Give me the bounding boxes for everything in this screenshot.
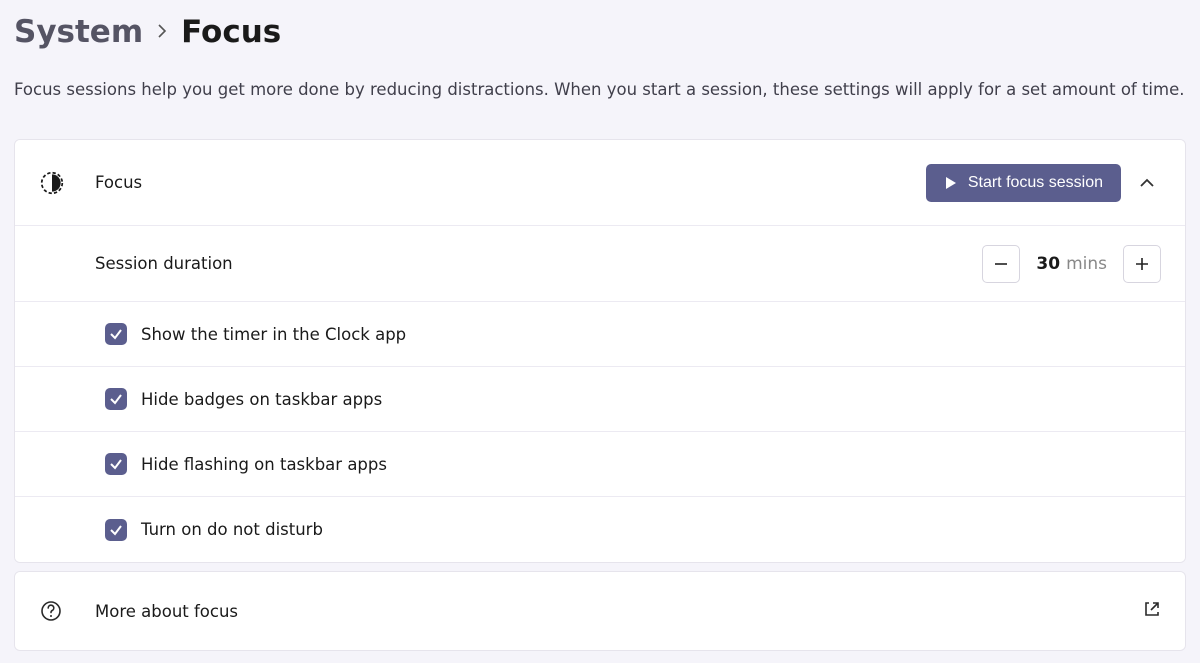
check-icon bbox=[109, 327, 123, 341]
checkbox-hide-badges[interactable] bbox=[105, 388, 127, 410]
duration-decrease-button[interactable] bbox=[982, 245, 1020, 283]
collapse-toggle[interactable] bbox=[1133, 178, 1161, 188]
session-duration-row: Session duration 30 mins bbox=[15, 226, 1185, 302]
page-description: Focus sessions help you get more done by… bbox=[14, 78, 1186, 101]
checkbox-hide-flashing[interactable] bbox=[105, 453, 127, 475]
check-icon bbox=[109, 392, 123, 406]
breadcrumb-parent[interactable]: System bbox=[14, 14, 143, 50]
session-duration-stepper: 30 mins bbox=[982, 245, 1161, 283]
focus-settings-group: Focus Start focus session Session durati… bbox=[14, 139, 1186, 563]
page-title: Focus bbox=[181, 14, 281, 50]
more-about-focus-row[interactable]: More about focus bbox=[15, 572, 1185, 650]
option-hide-flashing[interactable]: Hide flashing on taskbar apps bbox=[15, 432, 1185, 497]
option-hide-flashing-label: Hide flashing on taskbar apps bbox=[141, 455, 1161, 474]
option-hide-badges-label: Hide badges on taskbar apps bbox=[141, 390, 1161, 409]
duration-unit: mins bbox=[1066, 254, 1107, 274]
check-icon bbox=[109, 523, 123, 537]
option-hide-badges[interactable]: Hide badges on taskbar apps bbox=[15, 367, 1185, 432]
duration-number: 30 bbox=[1036, 254, 1060, 274]
help-icon bbox=[39, 599, 95, 623]
external-link-icon bbox=[1143, 600, 1161, 622]
play-icon bbox=[944, 176, 958, 190]
checkbox-do-not-disturb[interactable] bbox=[105, 519, 127, 541]
focus-header-label: Focus bbox=[95, 173, 926, 192]
check-icon bbox=[109, 457, 123, 471]
focus-header-row[interactable]: Focus Start focus session bbox=[15, 140, 1185, 226]
focus-icon bbox=[39, 170, 95, 196]
option-show-timer[interactable]: Show the timer in the Clock app bbox=[15, 302, 1185, 367]
option-do-not-disturb-label: Turn on do not disturb bbox=[141, 520, 1161, 539]
duration-value: 30 mins bbox=[1036, 254, 1107, 274]
minus-icon bbox=[993, 256, 1009, 272]
checkbox-show-timer[interactable] bbox=[105, 323, 127, 345]
chevron-right-icon bbox=[157, 22, 167, 43]
breadcrumb: System Focus bbox=[14, 10, 1186, 50]
start-focus-session-button[interactable]: Start focus session bbox=[926, 164, 1121, 202]
duration-increase-button[interactable] bbox=[1123, 245, 1161, 283]
more-about-focus-group: More about focus bbox=[14, 571, 1186, 651]
session-duration-label: Session duration bbox=[39, 254, 982, 273]
plus-icon bbox=[1134, 256, 1150, 272]
start-focus-session-label: Start focus session bbox=[968, 174, 1103, 192]
option-show-timer-label: Show the timer in the Clock app bbox=[141, 325, 1161, 344]
chevron-up-icon bbox=[1139, 178, 1155, 188]
option-do-not-disturb[interactable]: Turn on do not disturb bbox=[15, 497, 1185, 562]
more-about-focus-label: More about focus bbox=[95, 602, 1143, 621]
